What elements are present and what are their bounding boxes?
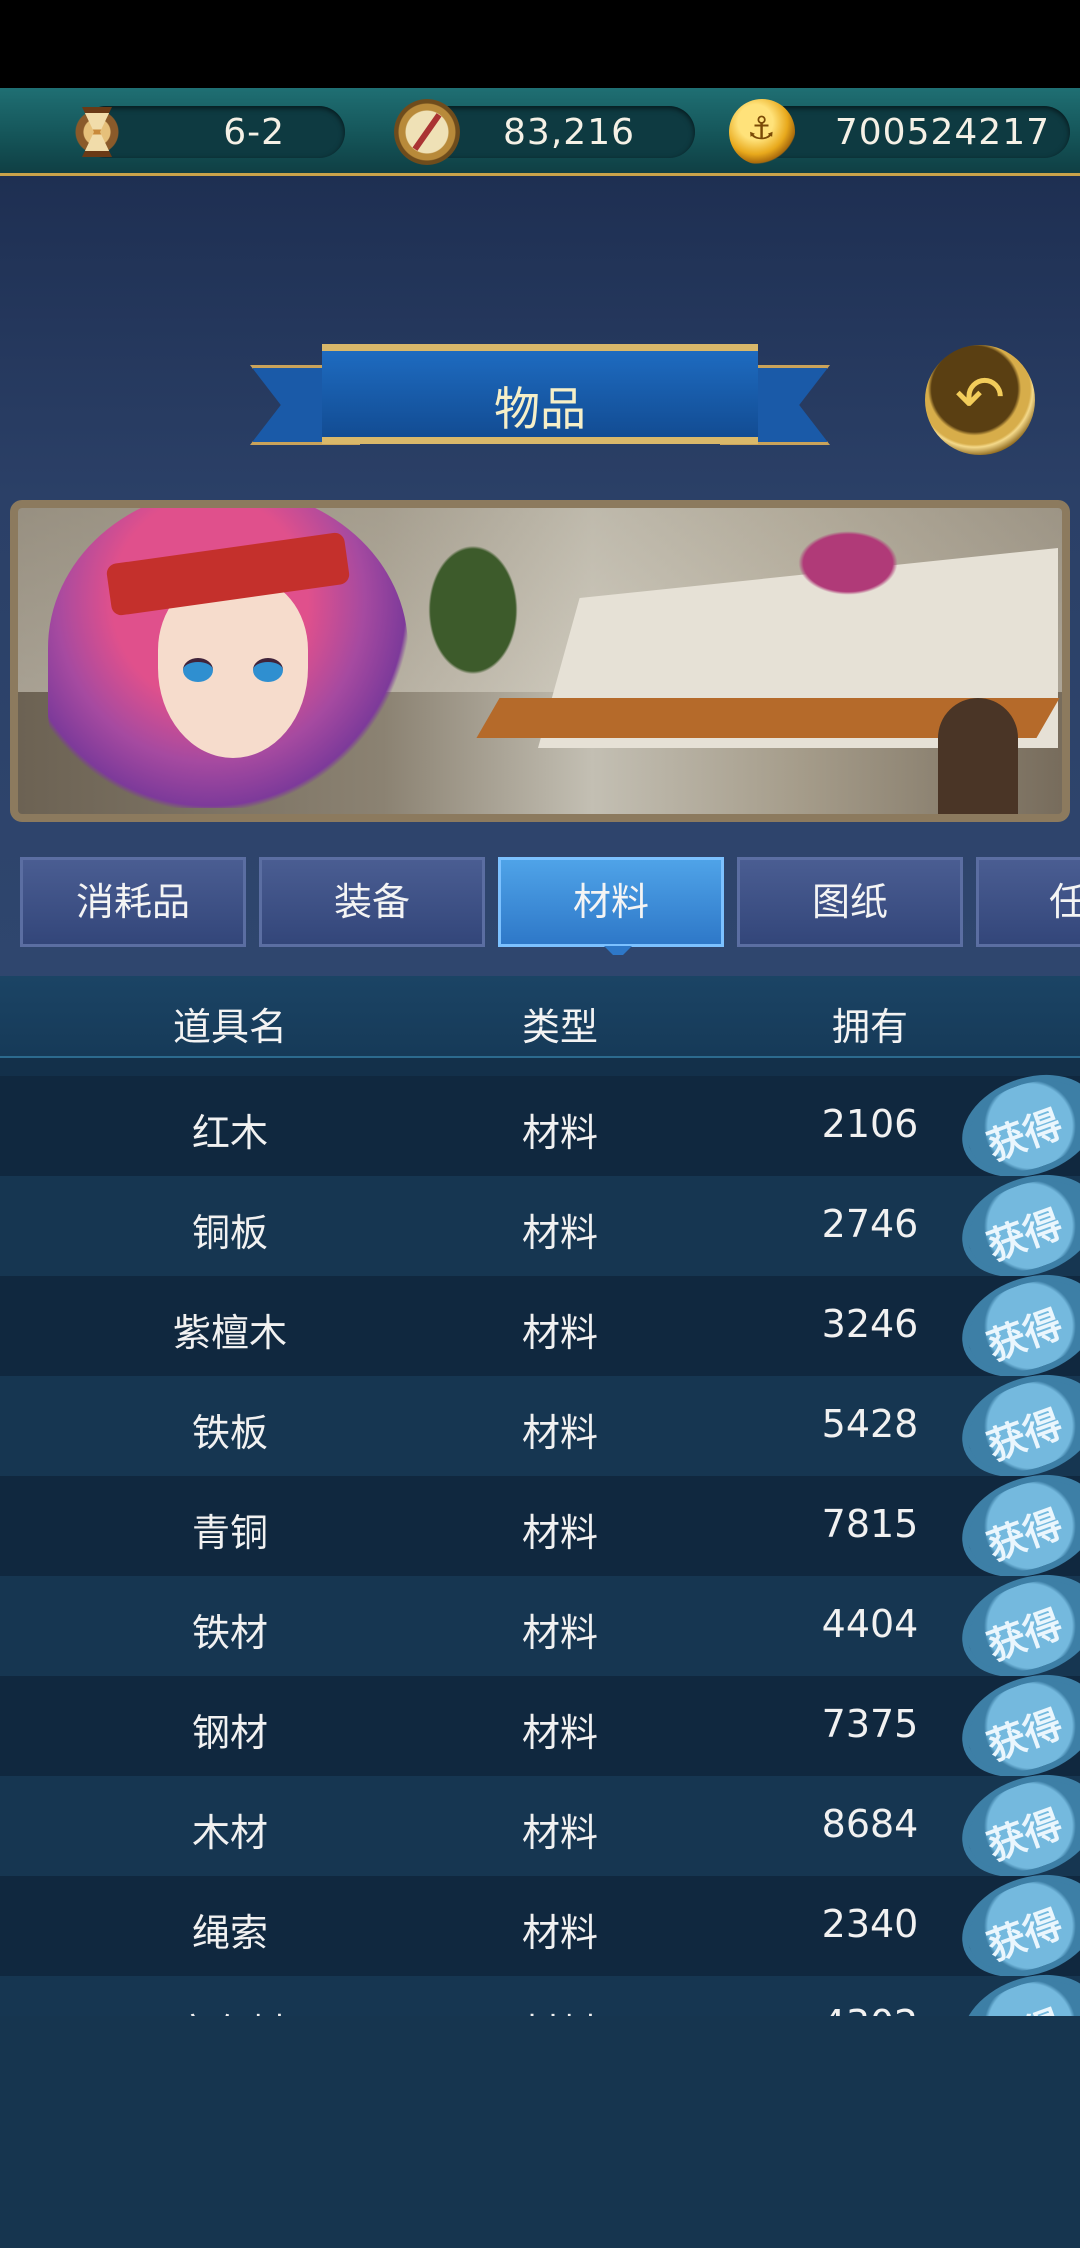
obtain-label: 获得 <box>981 1801 1069 1869</box>
obtain-label: 获得 <box>981 1601 1069 1669</box>
table-row: 铜板 材料 2746 获得 <box>0 1156 1080 1296</box>
item-owned: 7815 <box>821 1502 919 1546</box>
table-header: 道具名 类型 拥有 <box>0 976 1080 1058</box>
stage-value: 6-2 <box>223 112 285 153</box>
obtain-label: 获得 <box>981 1501 1069 1569</box>
hourglass-icon <box>64 99 130 165</box>
pirate-girl-portrait <box>38 508 418 814</box>
item-type: 材料 <box>521 1511 598 1555</box>
item-name: 木材 <box>191 1811 268 1855</box>
table-rows: 红木 材料 2106 获得 铜板 材料 2746 获得 紫檀木 材料 3246 获得 铁板 材料 5428 获… <box>0 1058 1080 2018</box>
item-owned: 8684 <box>821 1802 919 1846</box>
obtain-label: 获得 <box>979 1993 1069 2018</box>
item-owned: 3246 <box>821 1302 919 1346</box>
obtain-button[interactable]: 获得 <box>947 1856 1080 1996</box>
obtain-button[interactable]: 获得 <box>947 1656 1080 1796</box>
bottom-area <box>0 2016 1080 2248</box>
obtain-label: 获得 <box>981 1201 1069 1269</box>
item-name: 青铜 <box>191 1511 268 1555</box>
item-type: 材料 <box>521 1911 598 1955</box>
header-type: 类型 <box>521 1005 598 1049</box>
item-name: 铁材 <box>191 1611 268 1655</box>
obtain-button[interactable]: 获得 <box>947 1058 1080 1196</box>
resource-bar: 6-2 83,216 700524217 <box>0 88 1080 176</box>
obtain-label: 获得 <box>981 1701 1069 1769</box>
item-owned: 5428 <box>821 1402 919 1446</box>
tab-materials[interactable]: 材料 <box>498 857 724 955</box>
compass-value: 83,216 <box>503 112 635 153</box>
obtain-label: 获得 <box>981 1901 1069 1969</box>
item-type: 材料 <box>521 1411 598 1455</box>
tab-consumables[interactable]: 消耗品 <box>20 857 246 947</box>
anchor-coin-icon <box>729 99 795 165</box>
item-owned: 4404 <box>821 1602 919 1646</box>
obtain-label: 获得 <box>981 1301 1069 1369</box>
item-name: 铜板 <box>191 1211 268 1255</box>
compass-icon <box>394 99 460 165</box>
obtain-label: 获得 <box>981 1401 1069 1469</box>
obtain-button[interactable]: 获得 <box>947 1756 1080 1896</box>
item-name: 钢材 <box>191 1711 268 1755</box>
obtain-button[interactable]: 获得 <box>947 1356 1080 1496</box>
item-owned: 2106 <box>821 1102 919 1146</box>
title-banner: 物品 <box>250 340 830 465</box>
item-type: 材料 <box>521 1211 598 1255</box>
item-owned: 2746 <box>821 1202 919 1246</box>
obtain-label: 获得 <box>981 1101 1069 1169</box>
item-type: 材料 <box>521 1311 598 1355</box>
page-title: 物品 <box>494 382 586 436</box>
tab-equipment[interactable]: 装备 <box>259 857 485 947</box>
item-name: 绳索 <box>191 1911 268 1955</box>
header-owned: 拥有 <box>831 1005 908 1049</box>
tab-blueprints[interactable]: 图纸 <box>737 857 963 947</box>
table-row: 红木 材料 2106 获得 <box>0 1058 1080 1196</box>
item-type: 材料 <box>521 1111 598 1155</box>
item-table: 道具名 类型 拥有 红木 材料 2106 获得 铜板 材料 2746 获得 紫檀木 材料 3246 获… <box>0 976 1080 2018</box>
tab-more[interactable]: 任 <box>976 857 1080 947</box>
table-row: 麻布料材料4302获得 <box>0 1956 1080 2018</box>
item-name: 红木 <box>191 1111 268 1155</box>
table-row: 铁材 材料 4404 获得 <box>0 1556 1080 1696</box>
status-bar <box>0 0 1080 88</box>
item-owned: 7375 <box>821 1702 919 1746</box>
compass-resource: 83,216 <box>394 99 695 165</box>
item-type: 材料 <box>521 1811 598 1855</box>
category-tabs: 消耗品 装备 材料 图纸 任 <box>0 855 1080 955</box>
gold-resource: 700524217 <box>729 99 1070 165</box>
obtain-button[interactable]: 获得 <box>947 1156 1080 1296</box>
gold-value: 700524217 <box>834 112 1050 153</box>
table-row: 紫檀木 材料 3246 获得 <box>0 1256 1080 1396</box>
item-name: 铁板 <box>191 1411 268 1455</box>
obtain-button[interactable]: 获得 <box>947 1556 1080 1696</box>
stage-resource: 6-2 <box>64 99 345 165</box>
item-name: 紫檀木 <box>172 1311 287 1355</box>
item-owned: 2340 <box>821 1902 919 1946</box>
table-row: 木材 材料 8684 获得 <box>0 1756 1080 1896</box>
table-row: 铁板 材料 5428 获得 <box>0 1356 1080 1496</box>
back-arrow-icon: ↶ <box>954 363 1006 433</box>
obtain-button[interactable]: 获得 <box>947 1256 1080 1396</box>
table-row: 绳索 材料 2340 获得 <box>0 1856 1080 1996</box>
item-type: 材料 <box>521 1711 598 1755</box>
banner-illustration <box>10 500 1070 822</box>
table-row: 钢材 材料 7375 获得 <box>0 1656 1080 1796</box>
obtain-button[interactable]: 获得 <box>947 1456 1080 1596</box>
item-type: 材料 <box>521 1611 598 1655</box>
table-row: 青铜 材料 7815 获得 <box>0 1456 1080 1596</box>
back-button[interactable]: ↶ <box>925 345 1035 455</box>
header-item-name: 道具名 <box>172 1005 287 1049</box>
